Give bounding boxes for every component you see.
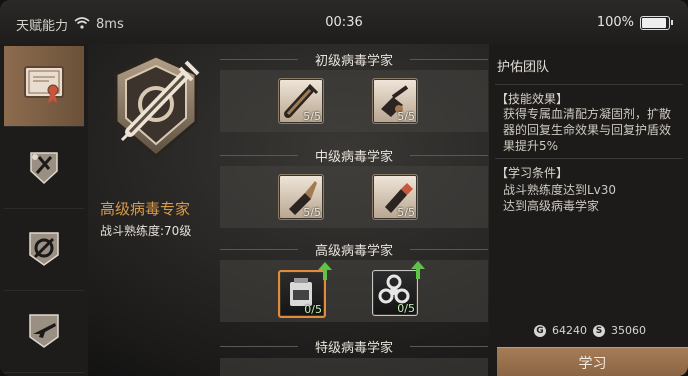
tier-label-senior: 高级病毒学家: [314, 244, 393, 259]
currency-bar: G 64240 S 35060: [500, 324, 680, 337]
skill-level: 5/5: [303, 206, 321, 219]
tier-label-junior: 初级病毒学家: [314, 54, 393, 69]
tier-band-junior: [220, 70, 488, 132]
panel-divider: [495, 84, 683, 85]
skill-level: 5/5: [397, 110, 415, 123]
skill-senior-1[interactable]: 0/5: [278, 262, 332, 318]
syringe-emblem-icon: [100, 52, 212, 166]
upgrade-arrow-icon: [318, 262, 332, 284]
status-bar: 天赋能力 8ms 00:36 100%: [0, 0, 688, 44]
effect-description: 获得专属血清配方凝固剂，扩散器的回复生命效果与回复护盾效果提升5%: [503, 107, 672, 153]
skill-senior-2[interactable]: 0/5: [372, 261, 425, 316]
combat-proficiency: 战斗熟练度:70级: [100, 224, 192, 238]
panel-divider: [495, 158, 683, 159]
silver-amount: 35060: [611, 324, 646, 337]
skill-level: 0/5: [397, 302, 415, 315]
skill-junior-1[interactable]: 5/5: [278, 78, 324, 124]
skill-level: 0/5: [304, 303, 322, 316]
gold-coin-icon: G: [534, 324, 546, 337]
skill-intermediate-1[interactable]: 5/5: [278, 174, 324, 220]
upgrade-arrow-icon: [411, 261, 425, 283]
tier-band-senior: [220, 260, 488, 322]
tab-weapon[interactable]: [4, 292, 84, 373]
certificate-icon: [19, 59, 69, 113]
rifle-icon: [21, 307, 67, 357]
tier-label-expert: 特级病毒学家: [314, 341, 393, 356]
gear-hammer-icon: [21, 225, 67, 275]
game-screen: 天赋能力 8ms 00:36 100% 高级病毒专家 战斗熟练度:70级 初级病…: [0, 0, 688, 376]
tab-engineer[interactable]: [4, 210, 84, 291]
condition-line-1: 战斗熟练度达到Lv30: [503, 183, 617, 197]
skill-junior-2[interactable]: 5/5: [372, 78, 418, 124]
skill-tree: 初级病毒学家 5/5 5/5 中级病毒学家 5/5 5/5 高级病毒学家 0/5…: [220, 44, 488, 376]
battery-fill: [642, 17, 666, 28]
gold-amount: 64240: [552, 324, 587, 337]
profile-title: 高级病毒专家: [100, 200, 191, 218]
silver-coin-icon: S: [593, 324, 605, 337]
tier-band-intermediate: [220, 166, 488, 228]
battery-label: 100%: [596, 15, 634, 30]
tab-medic[interactable]: [4, 128, 84, 209]
skill-name: 护佑团队: [497, 60, 550, 75]
talent-tabs: [0, 44, 88, 376]
skill-level: 5/5: [397, 206, 415, 219]
clock: 00:36: [325, 15, 363, 30]
battery-icon: [640, 15, 673, 30]
effect-heading: 【技能效果】: [496, 92, 569, 106]
condition-line-2: 达到高级病毒学家: [503, 199, 600, 213]
medic-emblem-icon: [21, 143, 67, 193]
tab-certificate[interactable]: [4, 46, 84, 127]
condition-heading: 【学习条件】: [496, 166, 569, 180]
learn-button[interactable]: 学习: [497, 347, 688, 376]
tier-band-expert: [220, 358, 488, 376]
skill-intermediate-2[interactable]: 5/5: [372, 174, 418, 220]
status-right: 100%: [596, 15, 673, 30]
skill-level: 5/5: [303, 110, 321, 123]
tier-label-intermediate: 中级病毒学家: [314, 150, 393, 165]
